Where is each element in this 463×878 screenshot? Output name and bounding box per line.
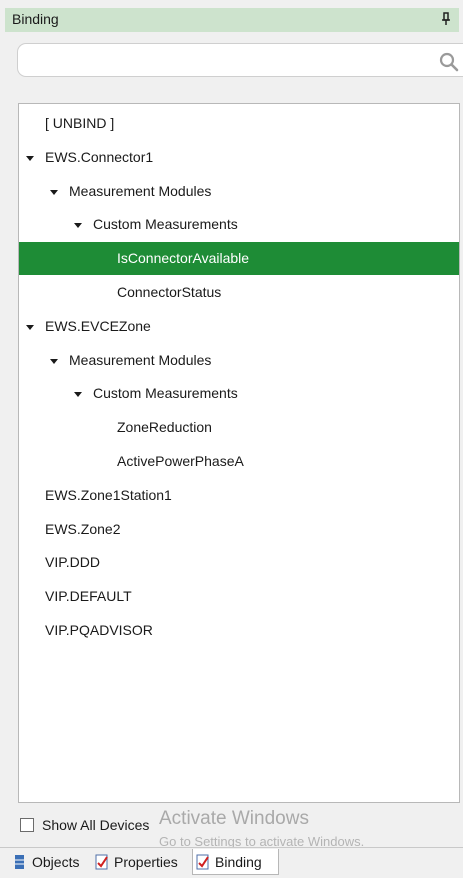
binding-icon — [196, 854, 209, 870]
tree-item-label: EWS.Zone1Station1 — [45, 486, 172, 503]
tree-item-label: ActivePowerPhaseA — [117, 453, 244, 469]
objects-icon — [15, 855, 24, 869]
tab-binding[interactable]: Binding — [192, 849, 279, 875]
tree-item-label: EWS.Zone2 — [45, 520, 121, 537]
tree-item-label: IsConnectorAvailable — [117, 250, 250, 267]
tree-item[interactable]: VIP.DDD — [19, 546, 459, 579]
tree-item-label: VIP.PQADVISOR — [45, 622, 153, 638]
tree-item-label: Custom Measurements — [93, 385, 238, 402]
tree-item-label: Measurement Modules — [69, 182, 212, 199]
tree-item-label: ZoneReduction — [117, 419, 212, 436]
tree-item-label: [ UNBIND ] — [45, 115, 115, 131]
tab-properties[interactable]: Properties — [92, 849, 189, 875]
tree-item-label: EWS.EVCEZone — [45, 317, 151, 334]
tab-objects[interactable]: Objects — [10, 849, 90, 875]
search-box[interactable] — [17, 43, 463, 77]
expand-caret-icon[interactable] — [26, 155, 34, 161]
expand-caret-icon[interactable] — [26, 324, 34, 330]
search-icon[interactable] — [439, 52, 459, 72]
tree-item[interactable]: IsConnectorAvailable — [19, 242, 459, 276]
tree-item-label: VIP.DDD — [45, 554, 100, 571]
tree-item[interactable]: VIP.DEFAULT — [19, 580, 459, 613]
tree-item[interactable]: ActivePowerPhaseA — [19, 445, 459, 478]
tree-item[interactable]: ConnectorStatus — [19, 276, 459, 309]
bottom-tab-bar: Objects Properties Binding — [0, 847, 463, 878]
show-all-devices-label: Show All Devices — [42, 817, 150, 833]
expand-caret-icon[interactable] — [74, 392, 82, 398]
tree-item[interactable]: EWS.Zone1Station1 — [19, 479, 459, 512]
expand-caret-icon[interactable] — [50, 189, 58, 195]
tree-item[interactable]: Measurement Modules — [19, 175, 459, 208]
show-all-devices-option[interactable]: Show All Devices — [20, 817, 170, 837]
tree-item[interactable]: VIP.PQADVISOR — [19, 614, 459, 647]
tree-item-label: Custom Measurements — [93, 216, 238, 233]
expand-caret-icon[interactable] — [50, 358, 58, 364]
expand-caret-icon[interactable] — [74, 223, 82, 229]
tab-objects-label: Objects — [32, 854, 80, 870]
tree-item[interactable]: EWS.EVCEZone — [19, 310, 459, 343]
tree-item[interactable]: ZoneReduction — [19, 411, 459, 444]
tree-item[interactable]: EWS.Zone2 — [19, 513, 459, 546]
tree-item-label: EWS.Connector1 — [45, 148, 154, 165]
pin-icon[interactable] — [441, 12, 451, 26]
search-input[interactable] — [28, 51, 432, 71]
tree-item[interactable]: EWS.Connector1 — [19, 141, 459, 174]
panel-title: Binding — [12, 11, 59, 27]
show-all-devices-checkbox[interactable] — [20, 818, 34, 832]
panel-header: Binding — [5, 8, 459, 32]
tab-binding-label: Binding — [215, 854, 262, 870]
tree-item[interactable]: Custom Measurements — [19, 208, 459, 241]
activate-windows-title: Activate Windows — [159, 808, 309, 829]
binding-tree[interactable]: [ UNBIND ] EWS.Connector1 Measurement Modu… — [18, 103, 460, 803]
tree-item-label: ConnectorStatus — [117, 284, 222, 300]
tree-item-label: Measurement Modules — [69, 351, 212, 368]
tree-item-label: VIP.DEFAULT — [45, 588, 132, 605]
properties-icon — [95, 854, 108, 870]
tree-item[interactable]: [ UNBIND ] — [19, 107, 459, 140]
tree-item[interactable]: Measurement Modules — [19, 344, 459, 377]
tab-properties-label: Properties — [114, 854, 178, 870]
tree-item[interactable]: Custom Measurements — [19, 377, 459, 410]
